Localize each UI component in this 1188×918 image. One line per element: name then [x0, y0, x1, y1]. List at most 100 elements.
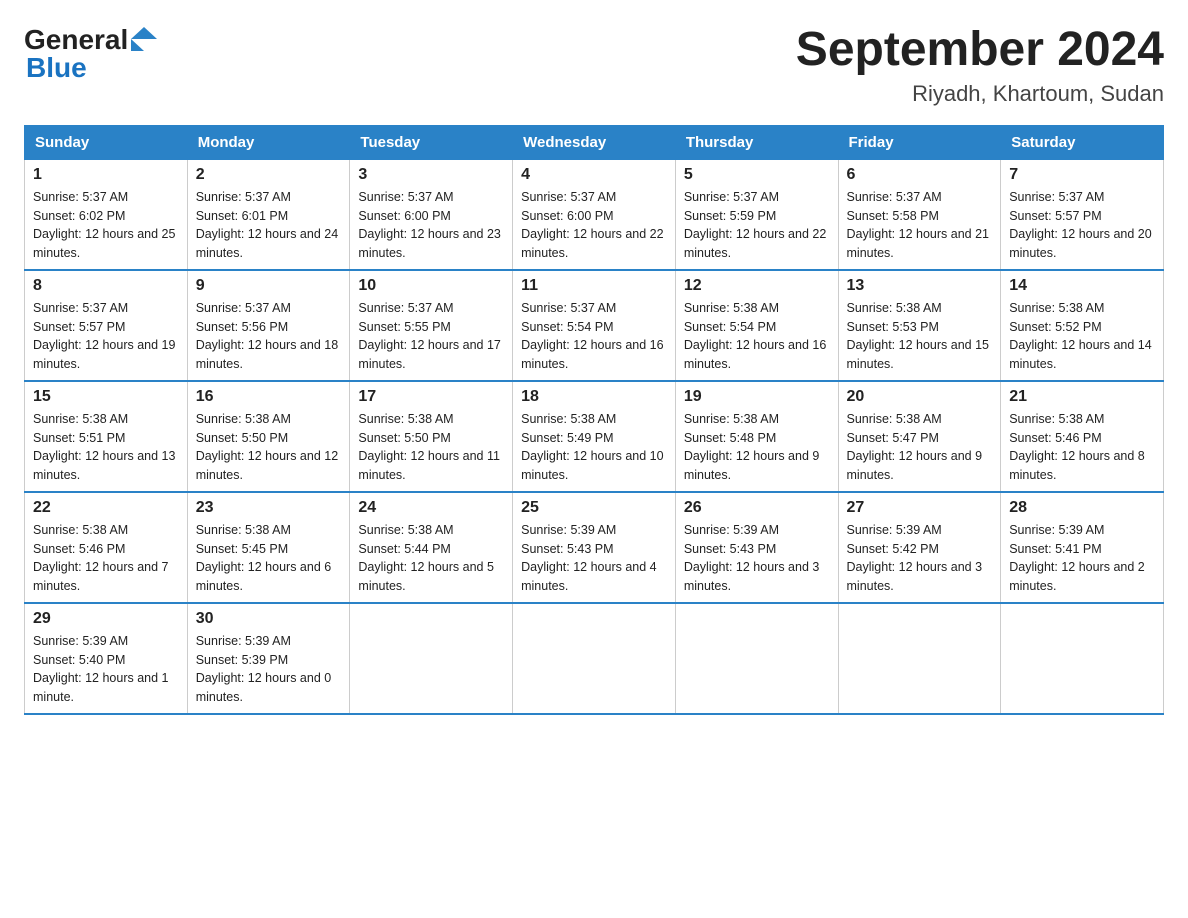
day-number: 17 — [358, 388, 504, 406]
day-number: 14 — [1009, 277, 1155, 295]
cell-info: Sunrise: 5:39 AMSunset: 5:41 PMDaylight:… — [1009, 521, 1155, 596]
calendar-cell — [1001, 603, 1164, 714]
calendar-cell: 24Sunrise: 5:38 AMSunset: 5:44 PMDayligh… — [350, 492, 513, 603]
cell-info: Sunrise: 5:38 AMSunset: 5:46 PMDaylight:… — [33, 521, 179, 596]
calendar-cell: 29Sunrise: 5:39 AMSunset: 5:40 PMDayligh… — [25, 603, 188, 714]
calendar-cell: 19Sunrise: 5:38 AMSunset: 5:48 PMDayligh… — [675, 381, 838, 492]
calendar-cell: 11 Sunrise: 5:37 AMSunset: 5:54 PMDayligh… — [513, 270, 676, 381]
day-number: 21 — [1009, 388, 1155, 406]
col-header-thursday: Thursday — [675, 125, 838, 159]
cell-info: Sunrise: 5:38 AMSunset: 5:53 PMDaylight:… — [847, 299, 993, 374]
day-number: 9 — [196, 277, 342, 295]
cell-info: Sunrise: 5:37 AMSunset: 6:02 PMDaylight:… — [33, 188, 179, 263]
calendar-cell: 5 Sunrise: 5:37 AMSunset: 5:59 PMDaylight… — [675, 159, 838, 270]
cell-info: Sunrise: 5:37 AMSunset: 5:58 PMDaylight:… — [847, 188, 993, 263]
cell-info: Sunrise: 5:37 AMSunset: 6:01 PMDaylight:… — [196, 188, 342, 263]
calendar-cell: 3Sunrise: 5:37 AMSunset: 6:00 PMDaylight… — [350, 159, 513, 270]
cell-info: Sunrise: 5:37 AMSunset: 5:55 PMDaylight:… — [358, 299, 504, 374]
day-number: 10 — [358, 277, 504, 295]
col-header-saturday: Saturday — [1001, 125, 1164, 159]
cell-info: Sunrise: 5:37 AMSunset: 6:00 PMDaylight:… — [358, 188, 504, 263]
day-number: 2 — [196, 166, 342, 184]
col-header-wednesday: Wednesday — [513, 125, 676, 159]
calendar-cell: 6 Sunrise: 5:37 AMSunset: 5:58 PMDaylight… — [838, 159, 1001, 270]
cell-info: Sunrise: 5:37 AMSunset: 5:57 PMDaylight:… — [33, 299, 179, 374]
cell-info: Sunrise: 5:38 AMSunset: 5:54 PMDaylight:… — [684, 299, 830, 374]
calendar-cell: 21 Sunrise: 5:38 AMSunset: 5:46 PMDayligh… — [1001, 381, 1164, 492]
day-number: 5 — [684, 166, 830, 184]
calendar-cell — [838, 603, 1001, 714]
day-number: 20 — [847, 388, 993, 406]
cell-info: Sunrise: 5:38 AMSunset: 5:45 PMDaylight:… — [196, 521, 342, 596]
calendar-cell: 23 Sunrise: 5:38 AMSunset: 5:45 PMDayligh… — [187, 492, 350, 603]
col-header-friday: Friday — [838, 125, 1001, 159]
day-number: 18 — [521, 388, 667, 406]
day-number: 22 — [33, 499, 179, 517]
cell-info: Sunrise: 5:39 AMSunset: 5:43 PMDaylight:… — [521, 521, 667, 596]
day-number: 12 — [684, 277, 830, 295]
logo-blue: Blue — [26, 52, 87, 84]
calendar-cell: 30 Sunrise: 5:39 AMSunset: 5:39 PMDayligh… — [187, 603, 350, 714]
calendar-row-week-3: 15 Sunrise: 5:38 AMSunset: 5:51 PMDayligh… — [25, 381, 1164, 492]
day-number: 16 — [196, 388, 342, 406]
title-block: September 2024 Riyadh, Khartoum, Sudan — [796, 24, 1164, 107]
day-number: 1 — [33, 166, 179, 184]
calendar-cell — [513, 603, 676, 714]
day-number: 28 — [1009, 499, 1155, 517]
cell-info: Sunrise: 5:38 AMSunset: 5:46 PMDaylight:… — [1009, 410, 1155, 485]
calendar-cell: 9Sunrise: 5:37 AMSunset: 5:56 PMDaylight… — [187, 270, 350, 381]
calendar-row-week-1: 1 Sunrise: 5:37 AMSunset: 6:02 PMDaylight… — [25, 159, 1164, 270]
day-number: 30 — [196, 610, 342, 628]
cell-info: Sunrise: 5:39 AMSunset: 5:43 PMDaylight:… — [684, 521, 830, 596]
calendar-row-week-5: 29Sunrise: 5:39 AMSunset: 5:40 PMDayligh… — [25, 603, 1164, 714]
calendar-cell — [675, 603, 838, 714]
calendar-cell: 15 Sunrise: 5:38 AMSunset: 5:51 PMDayligh… — [25, 381, 188, 492]
calendar-cell: 20 Sunrise: 5:38 AMSunset: 5:47 PMDayligh… — [838, 381, 1001, 492]
cell-info: Sunrise: 5:39 AMSunset: 5:39 PMDaylight:… — [196, 632, 342, 707]
col-header-monday: Monday — [187, 125, 350, 159]
cell-info: Sunrise: 5:38 AMSunset: 5:50 PMDaylight:… — [196, 410, 342, 485]
logo: General Blue — [24, 24, 157, 84]
calendar-cell: 18 Sunrise: 5:38 AMSunset: 5:49 PMDayligh… — [513, 381, 676, 492]
calendar-cell: 2 Sunrise: 5:37 AMSunset: 6:01 PMDaylight… — [187, 159, 350, 270]
page-title: September 2024 — [796, 24, 1164, 77]
calendar-cell: 14Sunrise: 5:38 AMSunset: 5:52 PMDayligh… — [1001, 270, 1164, 381]
col-header-sunday: Sunday — [25, 125, 188, 159]
day-number: 4 — [521, 166, 667, 184]
day-number: 25 — [521, 499, 667, 517]
col-header-tuesday: Tuesday — [350, 125, 513, 159]
calendar-cell: 25 Sunrise: 5:39 AMSunset: 5:43 PMDayligh… — [513, 492, 676, 603]
day-number: 26 — [684, 499, 830, 517]
day-number: 19 — [684, 388, 830, 406]
cell-info: Sunrise: 5:37 AMSunset: 5:59 PMDaylight:… — [684, 188, 830, 263]
day-number: 27 — [847, 499, 993, 517]
calendar-cell: 8 Sunrise: 5:37 AMSunset: 5:57 PMDaylight… — [25, 270, 188, 381]
cell-info: Sunrise: 5:38 AMSunset: 5:50 PMDaylight:… — [358, 410, 504, 485]
cell-info: Sunrise: 5:38 AMSunset: 5:44 PMDaylight:… — [358, 521, 504, 596]
day-number: 8 — [33, 277, 179, 295]
cell-info: Sunrise: 5:37 AMSunset: 5:54 PMDaylight:… — [521, 299, 667, 374]
cell-info: Sunrise: 5:38 AMSunset: 5:47 PMDaylight:… — [847, 410, 993, 485]
calendar-cell: 22 Sunrise: 5:38 AMSunset: 5:46 PMDayligh… — [25, 492, 188, 603]
day-number: 29 — [33, 610, 179, 628]
calendar-cell: 26 Sunrise: 5:39 AMSunset: 5:43 PMDayligh… — [675, 492, 838, 603]
calendar-table: SundayMondayTuesdayWednesdayThursdayFrid… — [24, 125, 1164, 715]
day-number: 11 — [521, 277, 667, 295]
cell-info: Sunrise: 5:37 AMSunset: 6:00 PMDaylight:… — [521, 188, 667, 263]
calendar-row-week-2: 8 Sunrise: 5:37 AMSunset: 5:57 PMDaylight… — [25, 270, 1164, 381]
day-number: 15 — [33, 388, 179, 406]
day-number: 23 — [196, 499, 342, 517]
calendar-cell: 27 Sunrise: 5:39 AMSunset: 5:42 PMDayligh… — [838, 492, 1001, 603]
cell-info: Sunrise: 5:37 AMSunset: 5:57 PMDaylight:… — [1009, 188, 1155, 263]
page-subtitle: Riyadh, Khartoum, Sudan — [796, 81, 1164, 107]
calendar-cell: 16 Sunrise: 5:38 AMSunset: 5:50 PMDayligh… — [187, 381, 350, 492]
calendar-cell: 4 Sunrise: 5:37 AMSunset: 6:00 PMDaylight… — [513, 159, 676, 270]
cell-info: Sunrise: 5:39 AMSunset: 5:42 PMDaylight:… — [847, 521, 993, 596]
day-number: 6 — [847, 166, 993, 184]
page-header: General Blue September 2024 Riyadh, Khar… — [24, 24, 1164, 107]
calendar-cell: 10 Sunrise: 5:37 AMSunset: 5:55 PMDayligh… — [350, 270, 513, 381]
calendar-cell: 28 Sunrise: 5:39 AMSunset: 5:41 PMDayligh… — [1001, 492, 1164, 603]
cell-info: Sunrise: 5:38 AMSunset: 5:51 PMDaylight:… — [33, 410, 179, 485]
cell-info: Sunrise: 5:38 AMSunset: 5:49 PMDaylight:… — [521, 410, 667, 485]
day-number: 7 — [1009, 166, 1155, 184]
